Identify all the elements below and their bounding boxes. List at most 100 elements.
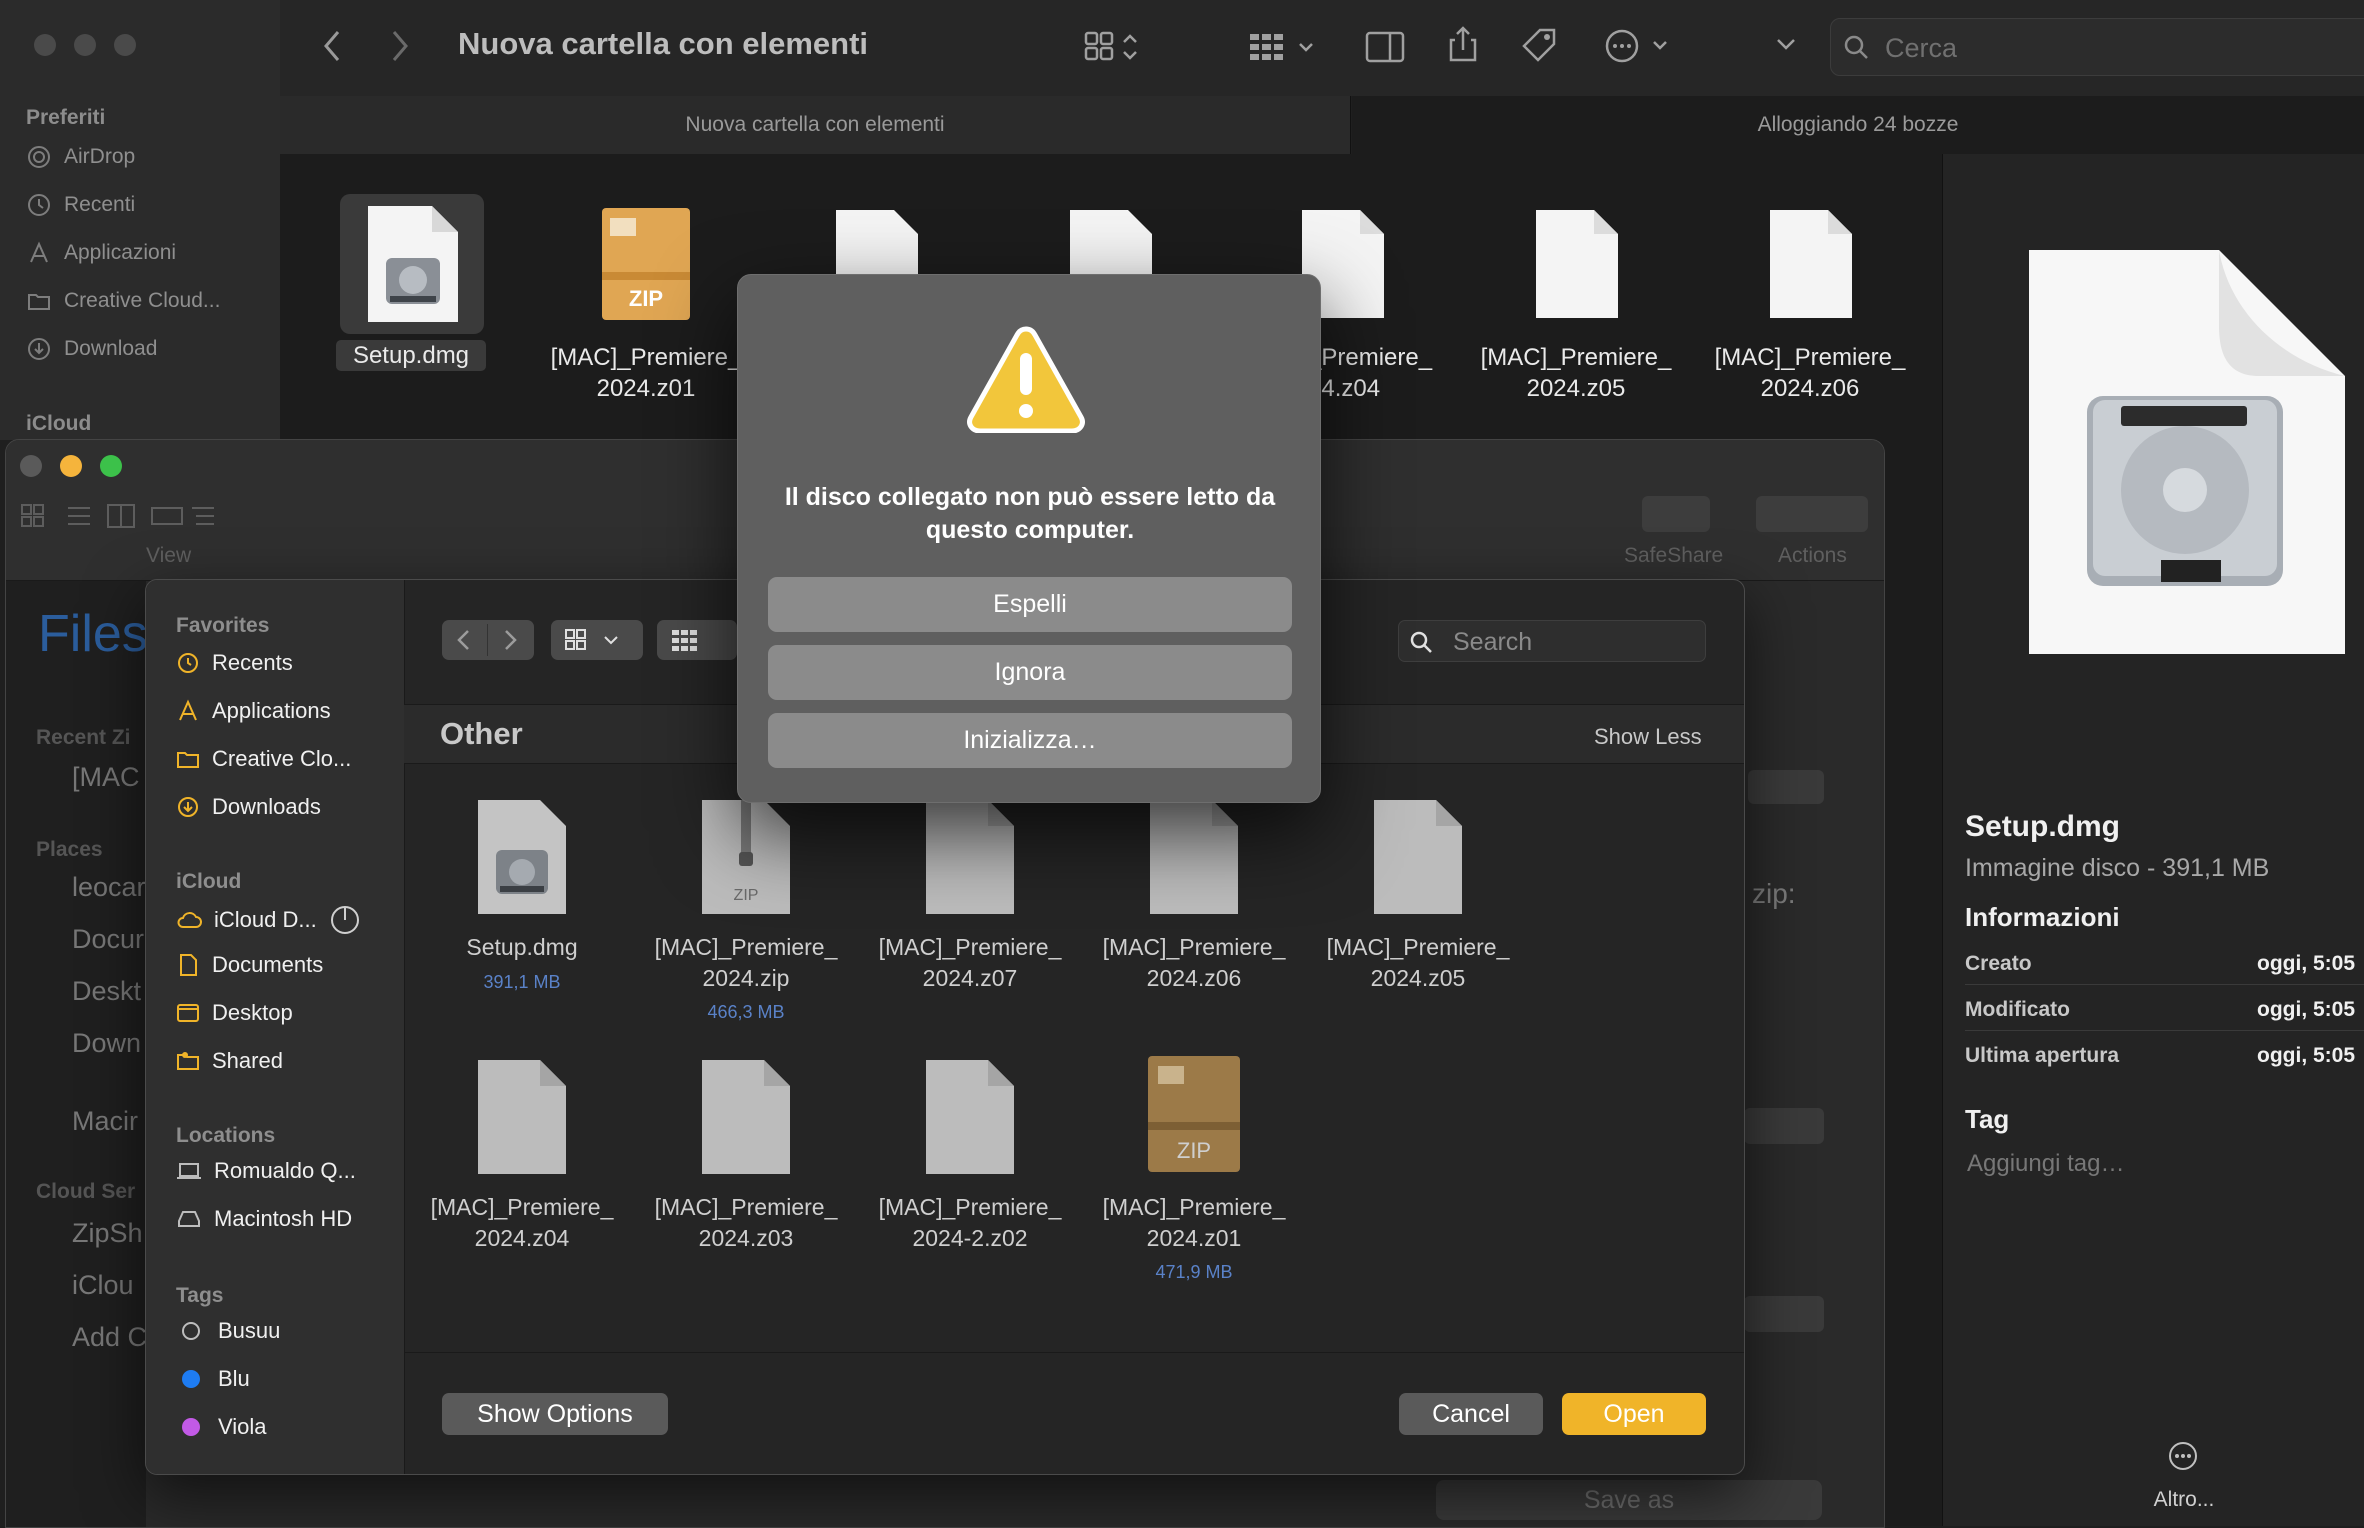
safeshare-button[interactable] (1642, 496, 1710, 532)
more-icon[interactable] (2167, 1440, 2199, 1472)
document-icon[interactable] (1370, 796, 1466, 918)
forward-chevron-icon[interactable] (500, 628, 520, 652)
tag-label: Blu (218, 1366, 250, 1391)
group-by-button[interactable] (657, 620, 737, 660)
sidebar-item-creative-cloud[interactable]: Creative Clo... (176, 746, 351, 772)
document-icon[interactable] (698, 1056, 794, 1178)
chevron-down-icon[interactable] (1774, 32, 1798, 56)
forward-chevron-icon[interactable] (388, 28, 412, 64)
open-button[interactable]: Open (1562, 1393, 1706, 1435)
sidebar-item-recents[interactable]: Recents (176, 650, 293, 676)
shared-folder-icon (177, 1052, 199, 1070)
finder-toolbar: Nuova cartella con elementi Cerca (280, 0, 2364, 96)
place-item[interactable]: Docur (72, 924, 144, 955)
initialize-button[interactable]: Inizializza… (768, 713, 1292, 768)
more-actions-icon[interactable] (1604, 28, 1676, 64)
clock-icon (178, 653, 198, 673)
sidebar-item-downloads[interactable]: Downloads (176, 794, 321, 820)
search-icon (1844, 35, 1868, 59)
section-title: Other (440, 716, 523, 751)
file-name: [MAC]_Premiere_ 2024.z04 (417, 1192, 627, 1254)
document-icon[interactable] (922, 1056, 1018, 1178)
dmg-file-icon[interactable] (474, 796, 570, 918)
place-item[interactable]: Macir (72, 1106, 138, 1137)
view-mode-button[interactable] (551, 620, 643, 660)
sync-progress-icon (330, 906, 359, 934)
actions-button[interactable] (1756, 496, 1868, 532)
show-options-button[interactable]: Show Options (442, 1393, 668, 1435)
sidebar-tag-blu[interactable]: Blu (176, 1366, 250, 1392)
document-icon[interactable] (474, 1056, 570, 1178)
zoom-button[interactable] (100, 455, 122, 477)
recent-header: Recent Zi (36, 726, 131, 749)
cloud-item[interactable]: ZipSh (72, 1218, 143, 1249)
sidebar-item-creative-cloud[interactable]: Creative Cloud... (26, 288, 220, 314)
sidebar-section-favorites: Preferiti (26, 106, 106, 129)
minimize-button[interactable] (74, 34, 96, 56)
icon-view-grid-icon[interactable] (1084, 30, 1148, 64)
zoom-button[interactable] (114, 34, 136, 56)
field[interactable] (1744, 1296, 1824, 1332)
sidebar-item-applications[interactable]: Applications (176, 698, 331, 724)
document-icon[interactable] (1146, 796, 1242, 918)
back-chevron-icon[interactable] (320, 28, 344, 64)
stepper[interactable] (1744, 1108, 1824, 1144)
sidebar-item-shared[interactable]: Shared (176, 1048, 283, 1074)
show-less-link[interactable]: Show Less (1594, 724, 1702, 750)
place-item[interactable]: leocar (72, 872, 146, 903)
zip-file-icon[interactable]: ZIP (698, 796, 794, 918)
sidebar-item-documents[interactable]: Documents (176, 952, 323, 978)
file-name: [MAC]_Premiere_ 2024.z03 (641, 1192, 851, 1254)
search-field[interactable]: Cerca (1830, 18, 2364, 76)
close-button[interactable] (20, 455, 42, 477)
sidebar-tag-busuu[interactable]: Busuu (176, 1318, 280, 1344)
share-icon[interactable] (1446, 24, 1480, 64)
file-name-line1: [MAC]_Premiere_ (550, 344, 742, 371)
more-button[interactable] (1748, 770, 1824, 804)
sidebar-item-icloud-drive[interactable]: iCloud D... (176, 904, 361, 936)
sidebar-item-macintosh-hd[interactable]: Macintosh HD (176, 1206, 352, 1232)
more-label[interactable]: Altro... (2123, 1488, 2245, 1512)
file-name: [MAC]_Premiere_ 2024.z06 (1710, 342, 1910, 404)
file-name: Setup.dmg (466, 934, 578, 960)
document-icon[interactable] (922, 796, 1018, 918)
cloud-item[interactable]: iClou (72, 1270, 134, 1301)
sidebar-item-desktop[interactable]: Desktop (176, 1000, 293, 1026)
sidebar-item-label: AirDrop (64, 145, 136, 168)
file-name-line2: 2024.z07 (922, 965, 1018, 991)
locations-header: Locations (176, 1124, 276, 1147)
file-name-line1: [MAC]_Premiere_ (654, 1194, 838, 1220)
sidebar-item-applications[interactable]: Applicazioni (26, 240, 176, 266)
ignore-button[interactable]: Ignora (768, 645, 1292, 700)
eject-button[interactable]: Espelli (768, 577, 1292, 632)
tags-header: Tags (176, 1284, 224, 1307)
download-icon (28, 338, 50, 360)
info-value-created: oggi, 5:05 (2257, 952, 2356, 975)
minimize-button[interactable] (60, 455, 82, 477)
sidebar-item-airdrop[interactable]: AirDrop (26, 144, 135, 170)
tag-icon[interactable] (1520, 26, 1560, 66)
sidebar-toggle-icon[interactable] (1364, 30, 1406, 64)
download-icon (178, 797, 198, 817)
disk-alert-dialog: Il disco collegato non può essere letto … (737, 274, 1321, 803)
sidebar-item-download[interactable]: Download (26, 336, 157, 362)
sidebar-tag-viola[interactable]: Viola (176, 1414, 267, 1440)
search-field[interactable]: Search (1398, 620, 1706, 662)
zip-archive-icon[interactable]: ZIP (1146, 1052, 1242, 1178)
group-by-icon[interactable] (1248, 30, 1324, 64)
close-button[interactable] (34, 34, 56, 56)
sidebar-item-computer[interactable]: Romualdo Q... (176, 1158, 356, 1184)
tab-current-folder[interactable]: Nuova cartella con elementi (280, 96, 1351, 154)
place-item[interactable]: Deskt (72, 976, 141, 1007)
tab-other[interactable]: Alloggiando 24 bozze (1352, 96, 2364, 154)
cancel-button[interactable]: Cancel (1399, 1393, 1543, 1435)
cloud-item[interactable]: Add C (72, 1322, 147, 1353)
recent-item[interactable]: [MAC (72, 762, 140, 793)
file-name-line2: 2024.z06 (1146, 965, 1242, 991)
file-name: [MAC]_Premiere_ 2024.z05 (1476, 342, 1676, 404)
back-chevron-icon[interactable] (454, 628, 474, 652)
sidebar-item-recents[interactable]: Recenti (26, 192, 135, 218)
add-tag-field[interactable]: Aggiungi tag… (1967, 1150, 2124, 1178)
place-item[interactable]: Down (72, 1028, 141, 1059)
view-mode-icons[interactable] (20, 502, 220, 530)
